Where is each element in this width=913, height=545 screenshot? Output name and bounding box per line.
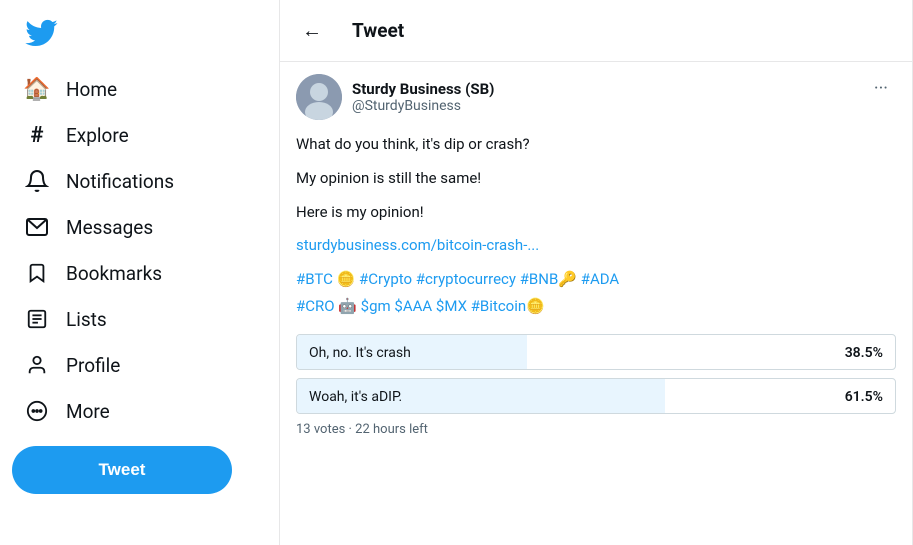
sidebar-item-lists[interactable]: Lists	[12, 296, 267, 342]
tweet-tags-line2: #CRO 🤖 $gm $AAA $MX #Bitcoin🪙	[296, 293, 896, 320]
tweet-author-row: Sturdy Business (SB) @SturdyBusiness ···	[296, 74, 896, 120]
sidebar-item-label: Notifications	[66, 170, 174, 193]
tweet-tags-line1: #BTC 🪙 #Crypto #cryptocurrecy #BNB🔑 #ADA	[296, 266, 896, 293]
back-button[interactable]: ←	[296, 12, 328, 49]
home-icon: 🏠	[24, 76, 50, 102]
lists-icon	[24, 306, 50, 332]
sidebar-item-home[interactable]: 🏠 Home	[12, 66, 267, 112]
bookmark-icon	[24, 260, 50, 286]
tweet-body: What do you think, it's dip or crash? My…	[296, 132, 896, 224]
poll-option-1[interactable]: Oh, no. It's crash 38.5%	[296, 334, 896, 370]
sidebar-item-explore[interactable]: # Explore	[12, 112, 267, 158]
tweet-line-3: Here is my opinion!	[296, 200, 896, 224]
poll-option-1-percent: 38.5%	[845, 335, 883, 370]
tweet-header: ← Tweet	[280, 0, 912, 62]
tweet-button[interactable]: Tweet	[12, 446, 232, 494]
sidebar-item-label: Lists	[66, 308, 107, 331]
tweet-line-2: My opinion is still the same!	[296, 166, 896, 190]
sidebar-item-bookmarks[interactable]: Bookmarks	[12, 250, 267, 296]
tweet-line-1: What do you think, it's dip or crash?	[296, 132, 896, 156]
sidebar-item-label: More	[66, 400, 110, 423]
twitter-logo	[12, 8, 267, 62]
tweet-poll: Oh, no. It's crash 38.5% Woah, it's aDIP…	[296, 334, 896, 437]
sidebar: 🏠 Home # Explore Notifications	[0, 0, 280, 545]
more-icon	[24, 398, 50, 424]
poll-option-2-percent: 61.5%	[845, 379, 883, 414]
sidebar-item-more[interactable]: More	[12, 388, 267, 434]
author-name: Sturdy Business (SB)	[352, 80, 494, 98]
sidebar-item-label: Profile	[66, 354, 120, 377]
tweet-link[interactable]: sturdybusiness.com/bitcoin-crash-...	[296, 236, 896, 254]
author-info: Sturdy Business (SB) @SturdyBusiness	[296, 74, 494, 120]
poll-option-2[interactable]: Woah, it's aDIP. 61.5%	[296, 378, 896, 414]
sidebar-item-label: Home	[66, 78, 117, 101]
main-nav: 🏠 Home # Explore Notifications	[12, 66, 267, 434]
tweet-content-area: Sturdy Business (SB) @SturdyBusiness ···…	[280, 62, 912, 545]
sidebar-item-label: Explore	[66, 124, 129, 147]
tweet-more-button[interactable]: ···	[866, 74, 896, 103]
poll-meta: 13 votes · 22 hours left	[296, 422, 896, 437]
bell-icon	[24, 168, 50, 194]
tweet-title: Tweet	[352, 19, 404, 42]
explore-icon: #	[24, 122, 50, 148]
sidebar-item-label: Bookmarks	[66, 262, 162, 285]
sidebar-item-label: Messages	[66, 216, 153, 239]
tweet-tags: #BTC 🪙 #Crypto #cryptocurrecy #BNB🔑 #ADA…	[296, 266, 896, 320]
avatar	[296, 74, 342, 120]
sidebar-item-notifications[interactable]: Notifications	[12, 158, 267, 204]
mail-icon	[24, 214, 50, 240]
poll-option-1-label: Oh, no. It's crash	[297, 345, 423, 361]
user-icon	[24, 352, 50, 378]
main-content: ← Tweet Sturdy Business (SB) @SturdyBusi…	[280, 0, 913, 545]
author-handle: @SturdyBusiness	[352, 98, 494, 114]
author-text: Sturdy Business (SB) @SturdyBusiness	[352, 80, 494, 114]
poll-option-2-label: Woah, it's aDIP.	[297, 389, 414, 405]
sidebar-item-profile[interactable]: Profile	[12, 342, 267, 388]
sidebar-item-messages[interactable]: Messages	[12, 204, 267, 250]
